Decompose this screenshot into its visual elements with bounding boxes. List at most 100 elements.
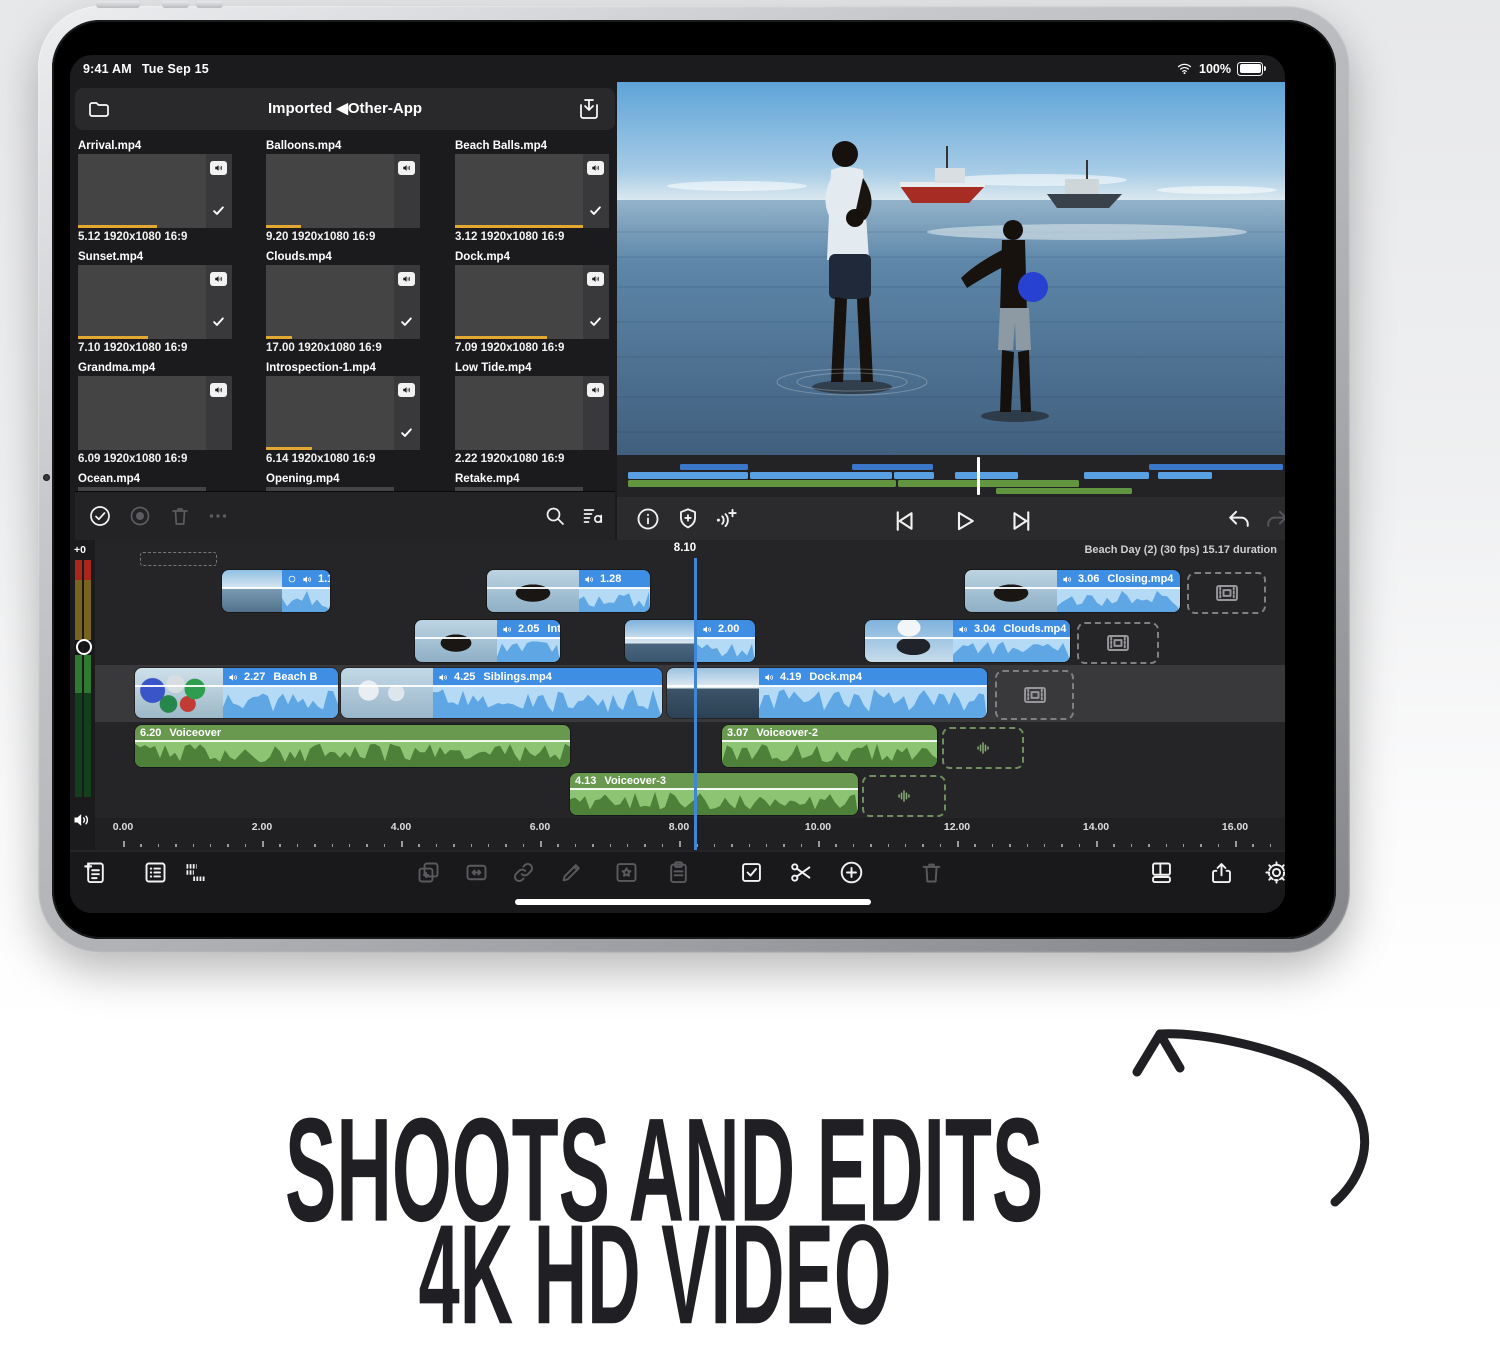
scissors-button[interactable] bbox=[788, 859, 815, 886]
ruler-tick bbox=[922, 844, 924, 848]
ruler-tick bbox=[488, 844, 490, 848]
clip-divider-line bbox=[965, 587, 1180, 589]
search-icon[interactable] bbox=[543, 504, 567, 528]
timeline-ruler[interactable]: 0.002.004.006.008.0010.0012.0014.0016.00 bbox=[95, 818, 1285, 850]
gain-knob[interactable] bbox=[76, 639, 92, 655]
used-range-bar bbox=[455, 225, 583, 229]
undo-button[interactable] bbox=[1225, 506, 1253, 534]
multi-select-button[interactable] bbox=[738, 859, 765, 886]
selected-check-icon bbox=[399, 314, 414, 334]
audio-placeholder bbox=[862, 775, 946, 817]
clip-metadata: 3.12 1920x1080 16:9 bbox=[455, 231, 613, 243]
project-list-button[interactable] bbox=[142, 859, 169, 886]
add-project-button[interactable] bbox=[82, 859, 109, 886]
media-clip-tile[interactable]: Beach Balls.mp43.12 1920x1080 16:9 bbox=[455, 140, 613, 243]
timeline-clip-voiceover-3[interactable]: 4.13Voiceover-3 bbox=[570, 773, 858, 815]
waveform bbox=[1057, 588, 1180, 612]
ruler-tick bbox=[853, 844, 855, 848]
ruler-label: 16.00 bbox=[1222, 821, 1248, 833]
selected-check-icon bbox=[588, 314, 603, 334]
home-indicator[interactable] bbox=[515, 899, 871, 905]
track-layout-icon bbox=[182, 859, 209, 886]
clip-thumbnail bbox=[415, 620, 497, 662]
timeline-overview-scrubber[interactable] bbox=[617, 455, 1285, 497]
select-circle-icon[interactable] bbox=[88, 504, 112, 528]
speaker-icon bbox=[764, 672, 775, 683]
share-button[interactable] bbox=[1208, 859, 1235, 886]
import-icon[interactable] bbox=[577, 97, 601, 126]
ruler-tick bbox=[436, 844, 438, 848]
timeline-clip-voiceover-2[interactable]: 3.07Voiceover-2 bbox=[722, 725, 937, 767]
audio-video-indicator-icon bbox=[210, 161, 227, 175]
waveform bbox=[722, 741, 937, 767]
timeline-clip-1-28[interactable]: 1.28 bbox=[487, 570, 650, 612]
ruler-tick bbox=[818, 841, 820, 847]
media-clip-tile[interactable]: Ocean.mp4 bbox=[78, 473, 236, 492]
ruler-tick bbox=[679, 841, 681, 847]
media-clip-tile[interactable]: Introspection-1.mp46.14 1920x1080 16:9 bbox=[266, 362, 424, 465]
media-clip-tile[interactable]: Opening.mp4 bbox=[266, 473, 424, 492]
timeline-clip-dock-mp4[interactable]: 4.19Dock.mp4 bbox=[667, 668, 987, 718]
media-clip-tile[interactable]: Arrival.mp45.12 1920x1080 16:9 bbox=[78, 140, 236, 243]
add-circle-button[interactable] bbox=[838, 859, 865, 886]
skip-forward-button[interactable] bbox=[1007, 506, 1037, 536]
overview-playhead[interactable] bbox=[977, 457, 980, 495]
front-camera bbox=[43, 474, 50, 481]
timeline-clip-2-00[interactable]: 2.00 bbox=[625, 620, 755, 662]
ruler-tick bbox=[870, 844, 872, 848]
ruler-tick bbox=[349, 844, 351, 848]
settings-gear-button[interactable] bbox=[1263, 859, 1285, 886]
preview-video-frame[interactable] bbox=[617, 82, 1285, 455]
info-button[interactable] bbox=[635, 506, 661, 532]
timeline-clip-voiceover[interactable]: 6.20Voiceover bbox=[135, 725, 570, 767]
clip-name: Retake.mp4 bbox=[455, 473, 613, 486]
waveform bbox=[135, 741, 570, 767]
audio-video-indicator-icon bbox=[398, 383, 415, 397]
timeline-clip-clouds-mp4[interactable]: 3.04Clouds.mp4 bbox=[865, 620, 1070, 662]
timeline-clip-siblings-mp4[interactable]: 4.25Siblings.mp4 bbox=[341, 668, 662, 718]
ruler-tick bbox=[332, 844, 334, 848]
clip-name: Voiceover-2 bbox=[756, 727, 818, 739]
gain-label: +0 bbox=[74, 544, 86, 556]
media-clip-tile[interactable]: Dock.mp47.09 1920x1080 16:9 bbox=[455, 251, 613, 354]
panel-layout-button[interactable] bbox=[1148, 859, 1175, 886]
library-title[interactable]: Imported ◀Other-App bbox=[75, 99, 615, 117]
media-clip-tile[interactable]: Grandma.mp46.09 1920x1080 16:9 bbox=[78, 362, 236, 465]
overview-segment bbox=[894, 472, 934, 479]
clip-waveform-area bbox=[722, 741, 937, 767]
check-icon bbox=[399, 314, 414, 329]
ruler-tick bbox=[888, 844, 890, 848]
clip-thumbnail bbox=[455, 154, 583, 228]
media-clip-tile[interactable]: Balloons.mp49.20 1920x1080 16:9 bbox=[266, 140, 424, 243]
timeline-clip-oper[interactable]: 1.19Oper bbox=[222, 570, 330, 612]
clip-name: Opening.mp4 bbox=[266, 473, 424, 486]
ruler-tick bbox=[610, 844, 612, 848]
speaker-icon bbox=[402, 163, 412, 173]
check-icon bbox=[211, 203, 226, 218]
ruler-tick bbox=[193, 844, 195, 848]
trash-icon bbox=[168, 504, 192, 528]
speaker-icon[interactable] bbox=[72, 810, 92, 830]
media-clip-tile[interactable]: Retake.mp4 bbox=[455, 473, 613, 492]
track-layout-button[interactable] bbox=[182, 859, 209, 886]
play-button[interactable] bbox=[949, 506, 979, 536]
clip-waveform-area bbox=[1057, 588, 1180, 612]
clip-thumbnail bbox=[135, 668, 223, 718]
timeline-clip-closing-mp4[interactable]: 3.06Closing.mp4 bbox=[965, 570, 1180, 612]
clip-duration: 3.06 bbox=[1078, 573, 1099, 585]
shield-add-button[interactable] bbox=[675, 506, 701, 532]
sort-alpha-icon[interactable] bbox=[581, 504, 605, 528]
clip-waveform-area bbox=[282, 588, 330, 612]
media-clip-tile[interactable]: Clouds.mp417.00 1920x1080 16:9 bbox=[266, 251, 424, 354]
clip-waveform-area bbox=[953, 638, 1070, 662]
timeline-clip-beach-b[interactable]: 2.27Beach B bbox=[135, 668, 338, 718]
wave-placeholder-icon bbox=[893, 785, 915, 807]
media-clip-tile[interactable]: Low Tide.mp42.22 1920x1080 16:9 bbox=[455, 362, 613, 465]
timeline-playhead[interactable] bbox=[694, 558, 697, 850]
skip-back-button[interactable] bbox=[889, 506, 919, 536]
timeline-clip-int[interactable]: 2.05Int bbox=[415, 620, 560, 662]
ruler-tick bbox=[1027, 844, 1029, 848]
media-clip-tile[interactable]: Sunset.mp47.10 1920x1080 16:9 bbox=[78, 251, 236, 354]
audio-add-button[interactable] bbox=[713, 506, 739, 532]
audio-meter-right bbox=[84, 560, 91, 797]
